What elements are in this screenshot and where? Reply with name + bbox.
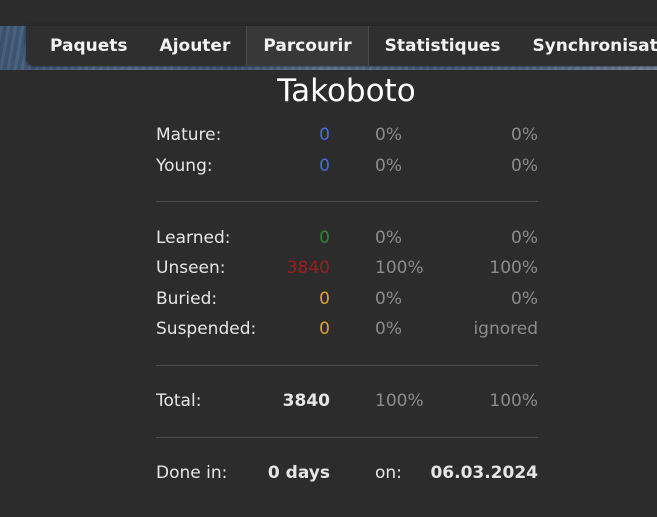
stat-percent: 0% — [375, 125, 402, 145]
stat-percent-secondary: 100% — [489, 258, 538, 278]
stat-row-suspended: Suspended: 0 0% ignored — [156, 319, 538, 343]
divider — [156, 365, 538, 366]
stat-row-young: Young: 0 0% 0% — [156, 156, 538, 180]
stat-count: 0 — [319, 156, 330, 176]
stat-percent: 0% — [375, 228, 402, 248]
stat-count: 0 — [319, 228, 330, 248]
divider — [156, 201, 538, 202]
stat-percent-secondary: 0% — [511, 156, 538, 176]
stat-label: Suspended: — [156, 319, 257, 339]
stat-label: Mature: — [156, 125, 222, 145]
tab-statistiques[interactable]: Statistiques — [369, 26, 517, 66]
stat-percent: 100% — [375, 391, 424, 411]
done-on-label: on: — [375, 463, 402, 483]
stat-label: Buried: — [156, 289, 218, 309]
done-date: 06.03.2024 — [430, 463, 538, 483]
stat-label: Learned: — [156, 228, 231, 248]
tab-parcourir[interactable]: Parcourir — [246, 26, 369, 66]
tab-ajouter[interactable]: Ajouter — [144, 26, 247, 66]
tab-synchronisation[interactable]: Synchronisation — [516, 26, 657, 66]
stat-row-learned: Learned: 0 0% 0% — [156, 228, 538, 252]
stat-percent: 0% — [375, 156, 402, 176]
main-nav: Paquets Ajouter Parcourir Statistiques S… — [26, 26, 657, 66]
stat-count: 0 — [319, 289, 330, 309]
stat-label: Total: — [156, 391, 202, 411]
deck-title: Takoboto — [277, 73, 416, 109]
stat-label: Unseen: — [156, 258, 226, 278]
top-bar: Paquets Ajouter Parcourir Statistiques S… — [0, 0, 657, 70]
stat-percent: 0% — [375, 319, 402, 339]
divider — [156, 437, 538, 438]
stat-percent-secondary: 0% — [511, 125, 538, 145]
stat-percent-secondary: 0% — [511, 228, 538, 248]
stat-percent-secondary: ignored — [473, 319, 538, 339]
stat-count: 3840 — [282, 391, 330, 411]
stat-count: 0 — [319, 319, 330, 339]
done-days: 0 days — [267, 463, 330, 483]
stat-row-total: Total: 3840 100% 100% — [156, 391, 538, 415]
stat-row-buried: Buried: 0 0% 0% — [156, 289, 538, 313]
stat-label: Young: — [156, 156, 213, 176]
stat-percent: 100% — [375, 258, 424, 278]
stat-count: 3840 — [286, 258, 330, 278]
stat-row-unseen: Unseen: 3840 100% 100% — [156, 258, 538, 282]
stat-percent-secondary: 0% — [511, 289, 538, 309]
stat-percent-secondary: 100% — [489, 391, 538, 411]
done-label: Done in: — [156, 463, 228, 483]
stat-count: 0 — [319, 125, 330, 145]
stat-row-done: Done in: 0 days on: 06.03.2024 — [156, 463, 538, 487]
tab-paquets[interactable]: Paquets — [26, 26, 144, 66]
stat-row-mature: Mature: 0 0% 0% — [156, 125, 538, 149]
stat-percent: 0% — [375, 289, 402, 309]
